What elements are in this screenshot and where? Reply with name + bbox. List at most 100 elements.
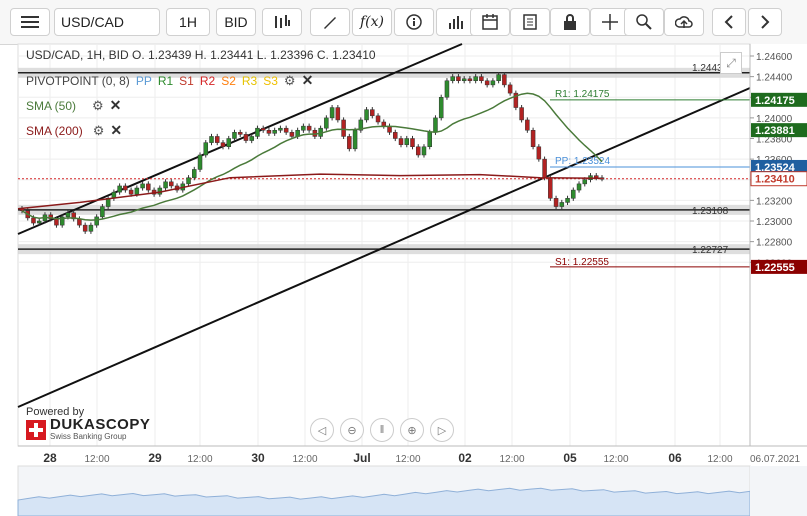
candle-body [226, 138, 231, 147]
candle-body [404, 138, 410, 145]
candle-body [341, 119, 346, 137]
candle-body [94, 216, 99, 226]
candle-body [576, 183, 582, 191]
sma50-legend: SMA (50) ⚙ ✕ [26, 97, 121, 114]
candle-body [398, 138, 404, 145]
level-mid-label: 1.23108 [692, 206, 729, 217]
brand-sub: Swiss Banking Group [50, 432, 127, 441]
candle-body [461, 78, 467, 81]
candle-body [100, 206, 105, 218]
s1-badge-label: 1.22555 [755, 262, 795, 274]
candle-body [456, 76, 461, 81]
candle-body [553, 198, 559, 207]
zoom-in-button[interactable]: ⊕ [400, 418, 424, 442]
pivot-pp: PP [135, 73, 152, 88]
candle-body [237, 132, 243, 135]
candle-body [197, 154, 203, 170]
navigator-panel[interactable] [17, 465, 807, 516]
candle-body [415, 146, 421, 156]
candle-body [444, 80, 450, 98]
time-label: 28 [43, 451, 57, 465]
candle-body [433, 117, 438, 133]
candle-body [582, 179, 588, 185]
chart-nav: ◁ ⊖ ‖ ⊕ ▷ [310, 418, 454, 442]
expand-icon[interactable]: ⤢ [720, 52, 742, 74]
candle-body [260, 127, 266, 131]
time-label: 06 [668, 451, 682, 465]
time-label: 12:00 [395, 454, 420, 465]
candle-body [375, 115, 381, 123]
scroll-left-button[interactable]: ◁ [310, 418, 334, 442]
candle-body [594, 175, 599, 178]
candle-body [427, 132, 432, 147]
candle-body [565, 198, 570, 203]
candle-body [519, 107, 524, 121]
time-label: 12:00 [84, 454, 109, 465]
candle-body [525, 119, 530, 131]
sma50-badge-label: 1.23881 [755, 125, 795, 137]
candle-body [364, 109, 369, 121]
candle-body [128, 189, 134, 195]
sma200-settings-icon[interactable]: ⚙ [93, 123, 105, 139]
candle-body [530, 130, 536, 147]
sma50-close-icon[interactable]: ✕ [110, 97, 122, 114]
candle-body [77, 218, 82, 226]
time-label: 12:00 [499, 454, 524, 465]
ohlc-readout: USD/CAD, 1H, BID O. 1.23439 H. 1.23441 L… [26, 48, 376, 62]
candle-body [347, 136, 352, 150]
time-label: 05 [563, 451, 577, 465]
candle-body [243, 134, 249, 141]
candle-body [169, 181, 174, 187]
pivot-s2: S2 [221, 73, 236, 88]
candle-body [192, 169, 197, 178]
candle-body [335, 107, 341, 121]
brand-name: DUKASCOPY [50, 416, 151, 433]
candle-body [467, 78, 473, 81]
candle-body [123, 185, 128, 191]
pause-button[interactable]: ‖ [370, 418, 394, 442]
candle-body [450, 76, 455, 81]
candle-body [249, 136, 254, 141]
price-tick-label: 1.22800 [756, 238, 793, 249]
candle-body [255, 127, 260, 137]
time-label: 06.07.2021 [750, 454, 800, 465]
dukascopy-logo: Powered by DUKASCOPY Swiss Banking Group [26, 406, 150, 441]
sma50-settings-icon[interactable]: ⚙ [92, 98, 104, 114]
pivot-settings-icon[interactable]: ⚙ [284, 73, 296, 89]
time-label: 30 [251, 451, 265, 465]
candle-body [36, 220, 42, 224]
pivot-close-icon[interactable]: ✕ [302, 72, 314, 89]
candle-body [473, 76, 478, 81]
zoom-out-button[interactable]: ⊖ [340, 418, 364, 442]
candle-body [266, 130, 272, 134]
candle-body [438, 97, 444, 119]
time-label: Jul [353, 451, 370, 465]
candle-body [209, 136, 214, 143]
candle-body [117, 185, 122, 193]
time-label: 12:00 [187, 454, 212, 465]
candle-body [571, 189, 576, 199]
candle-body [306, 125, 312, 131]
time-axis: 28 12:00 29 12:00 30 12:00 Jul 12:00 02 12:00 05 12… [18, 445, 807, 465]
pivot-r2: R2 [199, 73, 216, 88]
sma50-label: SMA (50) [26, 98, 77, 113]
candle-body [542, 158, 547, 178]
candle-body [54, 218, 59, 226]
candle-body [289, 132, 295, 137]
r1-badge-label: 1.24175 [755, 95, 795, 107]
candle-body [536, 146, 542, 160]
pivot-legend: PIVOTPOINT (0, 8) PP R1 S1 R2 S2 R3 S3 ⚙… [26, 72, 313, 89]
sma200-close-icon[interactable]: ✕ [110, 122, 122, 139]
candle-body [272, 130, 277, 134]
candle-body [134, 187, 140, 195]
candle-body [370, 109, 375, 117]
candle-body [559, 202, 565, 207]
candle-body [352, 130, 358, 150]
candle-body [146, 183, 151, 191]
price-tick-label: 1.23000 [756, 217, 793, 228]
candle-body [278, 127, 283, 131]
time-label: 02 [458, 451, 472, 465]
candle-body [507, 84, 513, 94]
scroll-right-button[interactable]: ▷ [430, 418, 454, 442]
price-tick-label: 1.24600 [756, 52, 793, 63]
